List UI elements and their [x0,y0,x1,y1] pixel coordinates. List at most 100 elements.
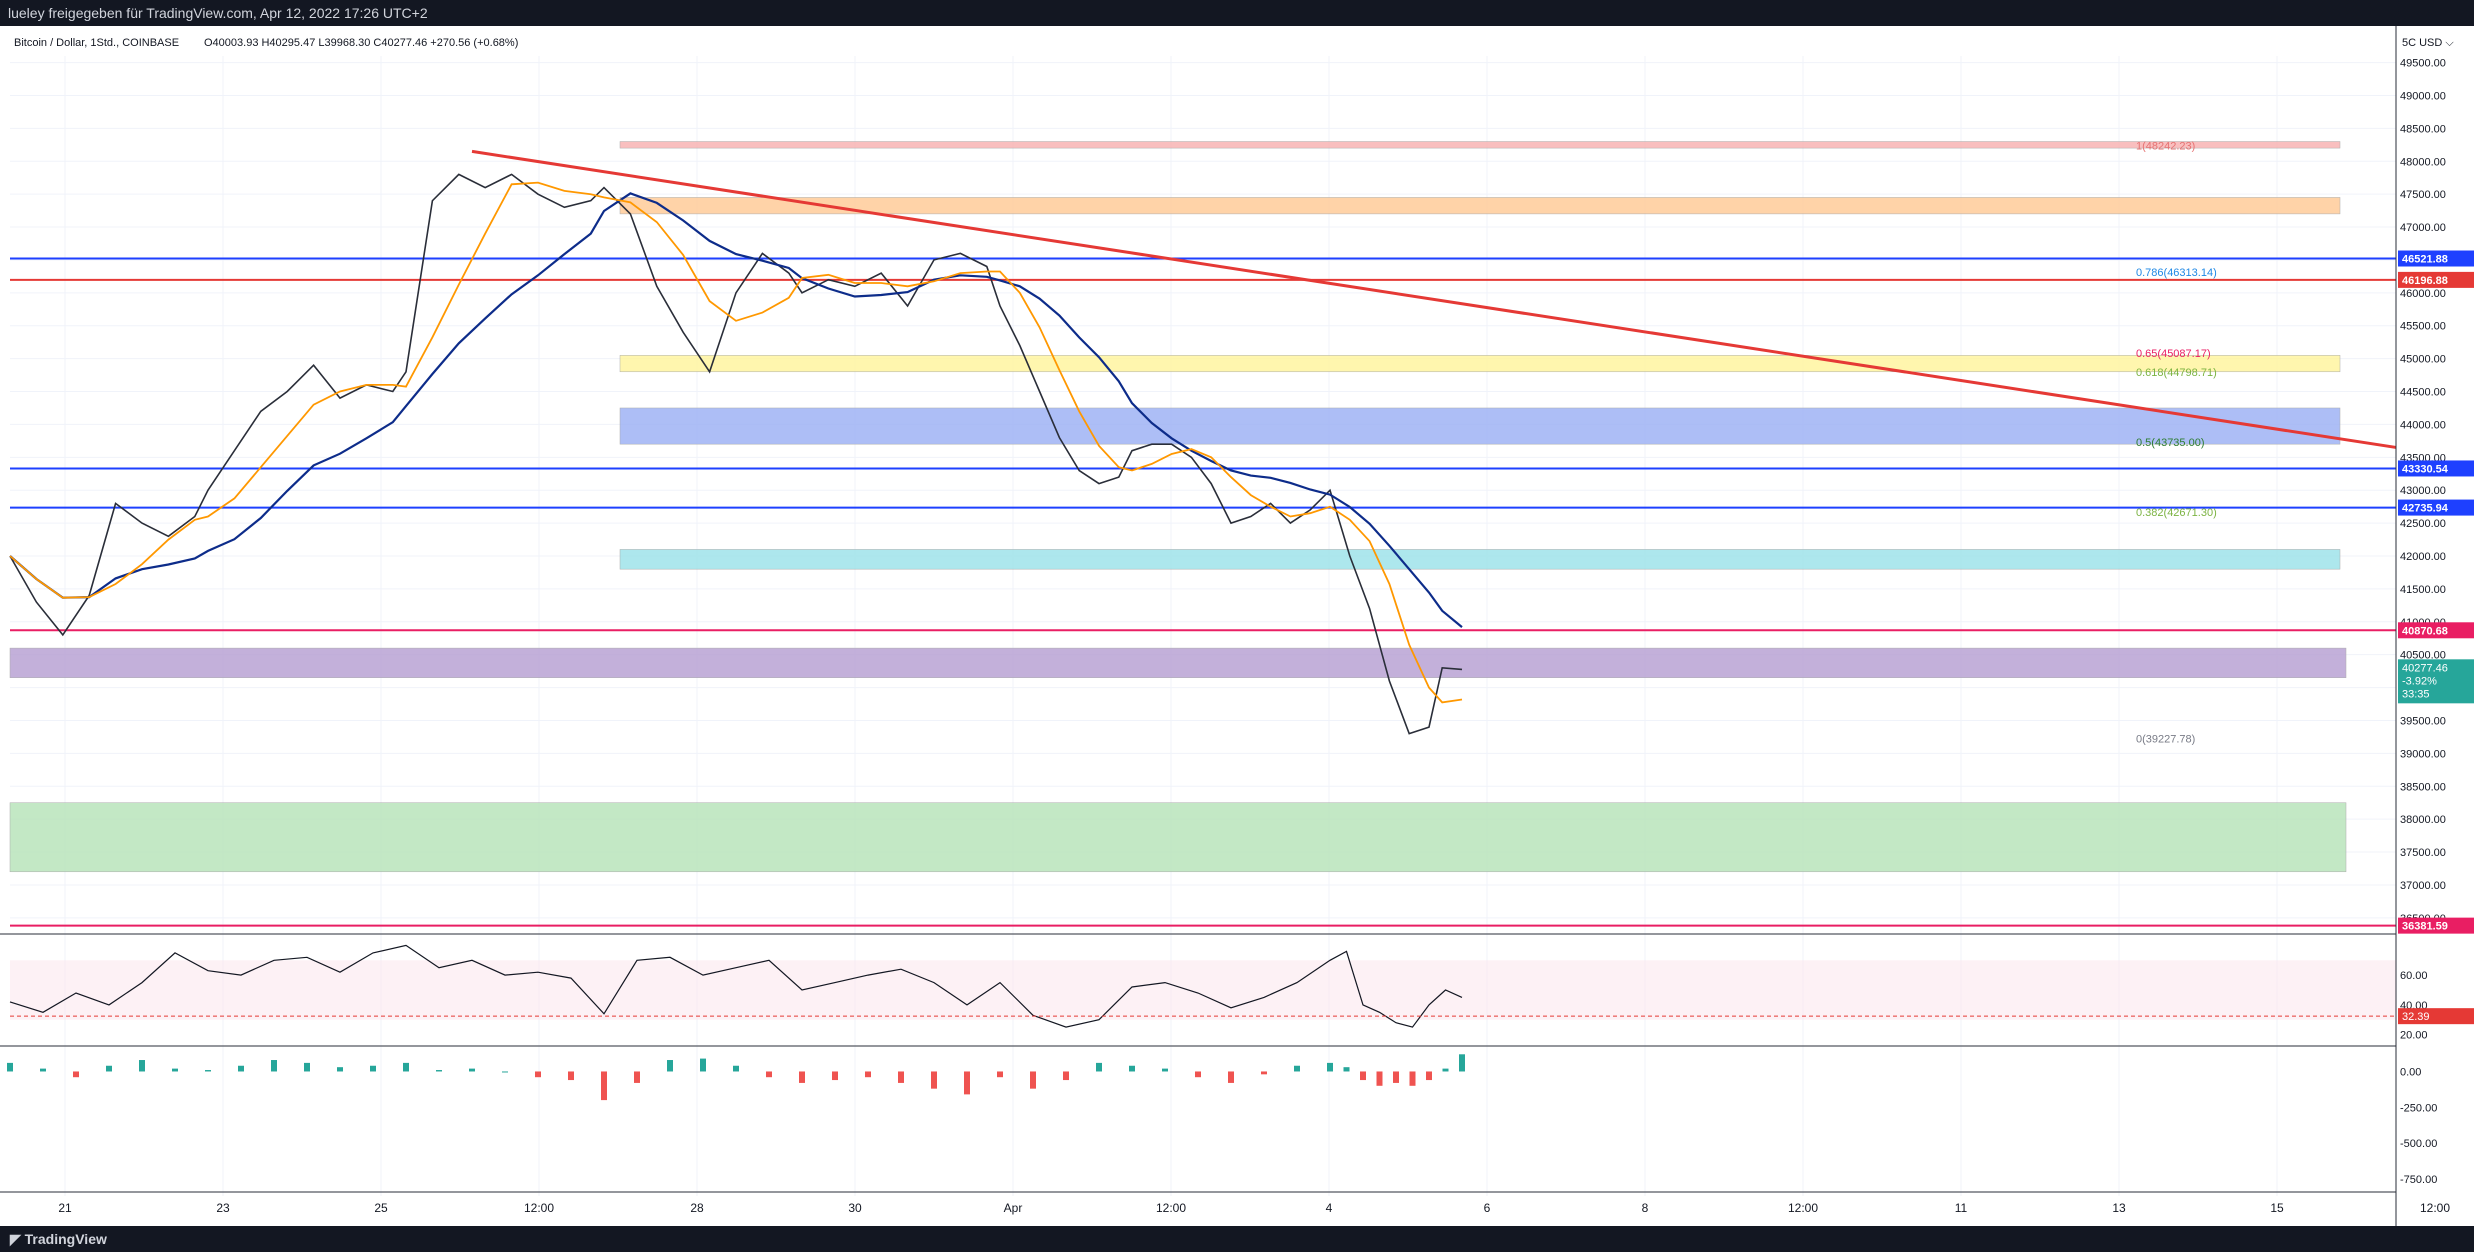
time-tick-label: 11 [1955,1201,1968,1215]
zone-zone-yellow [619,355,2341,373]
price-tag-text: 40870.68 [2402,625,2448,637]
zone-resistance-orange [619,197,2341,215]
histogram-bar [205,1070,211,1072]
histogram-bar [403,1062,409,1072]
histogram-bar [172,1068,178,1072]
price-tick-label: 38500.00 [2400,781,2446,793]
histogram-bar [700,1058,706,1072]
price-tick-label: 37000.00 [2400,880,2446,892]
footer-bar: ◤ TradingView [0,1226,2474,1252]
hist-tick-label: -250.00 [2400,1102,2437,1114]
price-tick-label: 39000.00 [2400,748,2446,760]
osc-tag-text: 32.39 [2402,1011,2430,1023]
histogram-bar [238,1065,244,1072]
zone-support-green [9,802,2347,873]
price-tag-text: 46521.88 [2402,254,2448,266]
histogram-bar [1376,1071,1383,1086]
price-tick-label: 43000.00 [2400,485,2446,497]
last-price-line: 40277.46 [2402,662,2448,674]
time-tick-label: 15 [2270,1201,2284,1215]
histogram-bar [502,1071,508,1073]
time-tick-label: 4 [1326,1201,1333,1215]
histogram-bar [1393,1071,1399,1083]
hist-tick-label: -750.00 [2400,1174,2437,1186]
histogram-bar [964,1071,970,1095]
histogram-bar [1360,1071,1366,1081]
fib-label: 0.786(46313.14) [2136,267,2217,279]
histogram-bar [733,1065,739,1072]
fib-label: 1(48242.23) [2136,140,2195,152]
histogram-bar [7,1062,13,1072]
price-tick-label: 47500.00 [2400,189,2446,201]
time-tick-label: Apr [1004,1201,1023,1215]
price-tag: 36381.59 [2398,917,2474,934]
zone-zone-blue [619,407,2341,445]
price-tick-label: 46000.00 [2400,288,2446,300]
chart-frame[interactable]: 1(48242.23) 0.786(46313.14) 0.65(45087.17)… [0,26,2474,1226]
price-tick-label: 42000.00 [2400,551,2446,563]
hist-tick-label: 0.00 [2400,1066,2421,1078]
histogram-bar [1030,1071,1036,1089]
histogram-bar [766,1071,772,1078]
histogram-bar [304,1062,310,1072]
histogram-bar [1294,1065,1300,1072]
currency-label[interactable]: 5C USD ⌵ [2402,37,2454,49]
price-tick-label: 42500.00 [2400,518,2446,530]
histogram-bar [667,1060,673,1072]
histogram-bar [799,1071,805,1083]
price-tick-label: 48000.00 [2400,156,2446,168]
histogram-bar [40,1068,46,1072]
histogram-bar [1459,1054,1465,1072]
histogram-bar [106,1065,112,1072]
time-tick-label: 12:00 [1788,1201,1818,1215]
price-tick-label: 44000.00 [2400,419,2446,431]
symbol-legend: Bitcoin / Dollar, 1Std., COINBASE [14,37,179,49]
price-tick-label: 47000.00 [2400,222,2446,234]
zone-zone-cyan [619,549,2341,570]
fib-label: 0.5(43735.00) [2136,437,2205,449]
histogram-bar [370,1065,376,1072]
price-axis[interactable]: 49500.00 49000.00 48500.00 48000.00 47500.00… [2395,26,2474,1226]
oscillator-band [10,960,2396,1020]
histogram-bar [568,1071,574,1081]
zone-resistance-red [619,141,2341,149]
share-header-text: lueley freigegeben für TradingView.com, … [8,5,428,21]
price-tick-label: 37500.00 [2400,847,2446,859]
histogram-bar [898,1071,904,1083]
histogram-bar [271,1060,277,1072]
osc-tick-label: 60.00 [2400,970,2428,982]
last-price-line: -3.92% [2402,675,2437,687]
histogram-bar [931,1071,937,1089]
price-tick-label: 44500.00 [2400,387,2446,399]
price-tick-label: 49000.00 [2400,90,2446,102]
last-price-tag: 40277.46-3.92%33:35 [2398,659,2474,704]
tradingview-logo[interactable]: ◤ TradingView [10,1231,107,1247]
ohlc-values: O40003.93 H40295.47 L39968.30 C40277.46 … [204,37,518,49]
last-price-line: 33:35 [2402,688,2430,700]
chart-canvas[interactable]: 1(48242.23) 0.786(46313.14) 0.65(45087.17)… [0,26,2474,1226]
histogram-bar [139,1060,145,1072]
time-tick-label: 28 [690,1201,704,1215]
histogram-bar [997,1071,1003,1078]
histogram-bar [1261,1071,1267,1075]
histogram-bar [1343,1067,1350,1072]
histogram-bar [337,1067,343,1072]
histogram-bar [832,1071,838,1081]
time-tick-label: 23 [216,1201,230,1215]
time-tick-label: 30 [848,1201,862,1215]
histogram-bar [601,1071,607,1101]
fib-label: 0.618(44798.71) [2136,367,2217,379]
time-tick-label: 13 [2112,1201,2126,1215]
price-tag: 42735.94 [2398,499,2474,516]
price-tag-text: 42735.94 [2402,503,2449,515]
main-price-panel[interactable]: 1(48242.23) 0.786(46313.14) 0.65(45087.17)… [0,26,2474,1196]
histogram-bar [865,1071,871,1078]
histogram-bar [1442,1068,1449,1072]
histogram-bar [1228,1071,1234,1083]
price-tag: 46196.88 [2398,271,2474,288]
time-tick-label: 12:00 [2420,1201,2450,1215]
fib-label: 0(39227.78) [2136,733,2195,745]
histogram-bar [634,1071,640,1083]
price-tick-label: 39500.00 [2400,715,2446,727]
histogram-bar [1327,1062,1333,1072]
